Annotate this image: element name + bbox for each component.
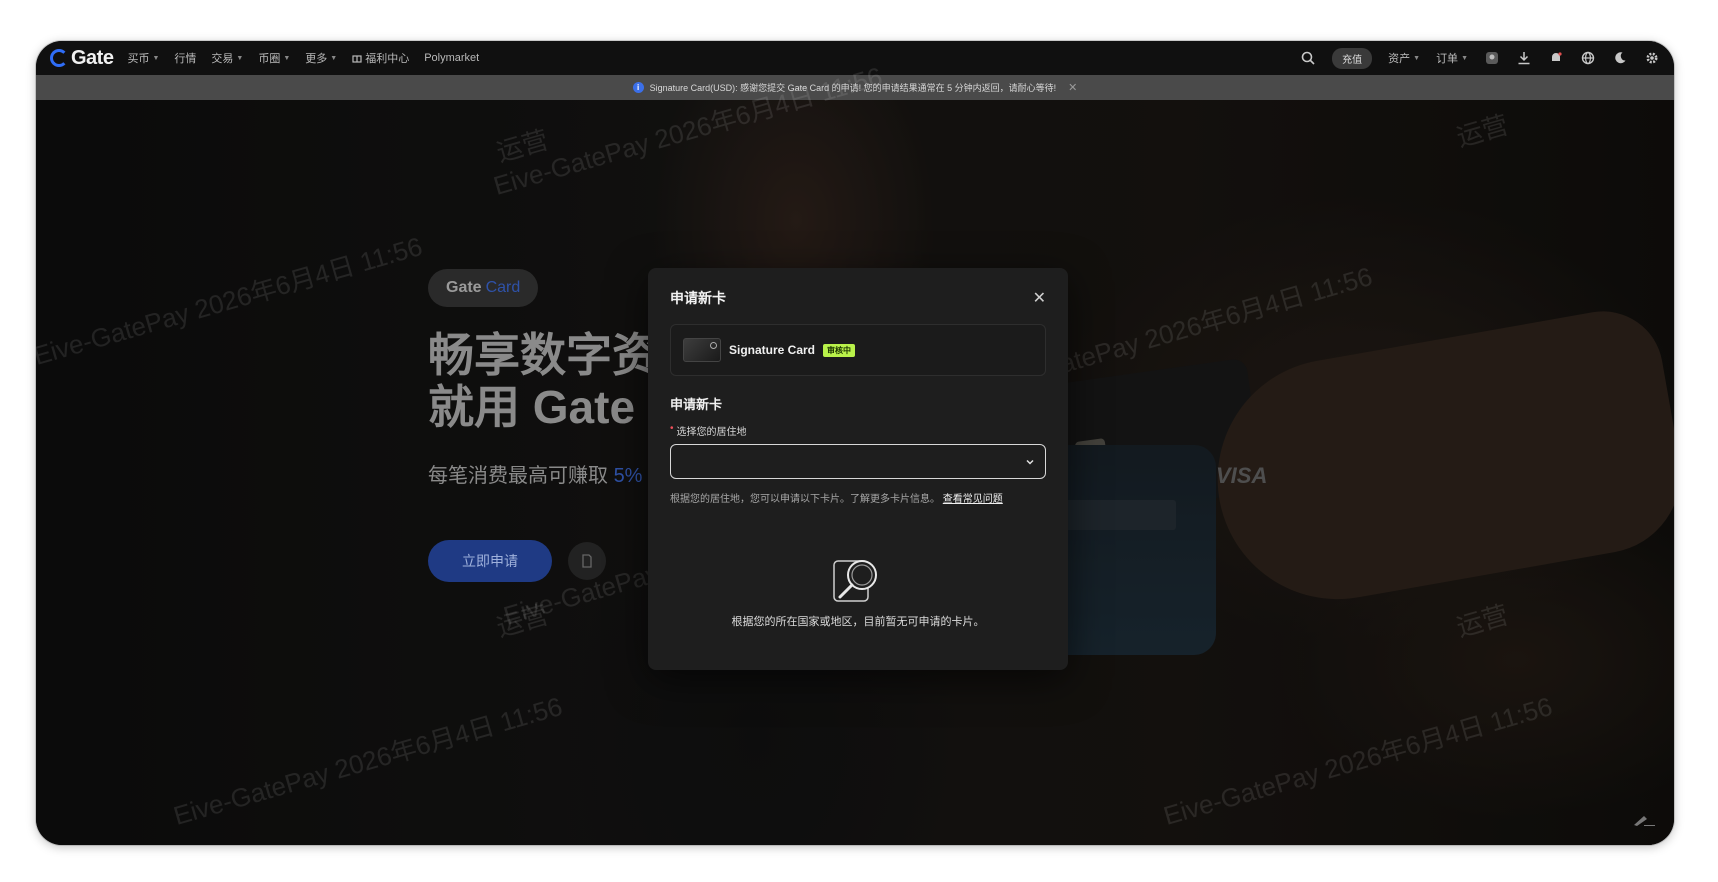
caret-down-icon: ▼	[283, 54, 291, 62]
nav-item-label: 币圈	[258, 53, 281, 65]
residence-hint: 根据您的居住地，您可以申请以下卡片。了解更多卡片信息。 查看常见问题	[670, 490, 1046, 505]
faq-link[interactable]: 查看常见问题	[943, 494, 1003, 505]
hero-subtitle-text: 每笔消费最高可赚取	[428, 465, 614, 487]
nav-item-label: 行情	[174, 53, 197, 65]
hero-title-line: 畅享数字资	[428, 329, 648, 381]
badge-product: Card	[485, 279, 521, 296]
hint-text: 根据您的居住地，您可以申请以下卡片。了解更多卡片信息。	[670, 494, 940, 505]
caret-down-icon: ▼	[236, 54, 244, 62]
document-icon	[582, 554, 592, 568]
card-name: Signature Card	[729, 343, 816, 357]
hero-content: Gate Card 畅享数字资 就用 Gate 每笔消费最高可赚取 5% 立即申…	[428, 269, 648, 582]
hero-subtitle: 每笔消费最高可赚取 5%	[428, 459, 648, 488]
nav-item-crypto-circle[interactable]: 币圈 ▼	[258, 50, 290, 66]
hero-title-line: 就用 Gate	[428, 381, 636, 433]
orders-label: 订单	[1436, 53, 1459, 65]
nav-item-label: 福利中心	[365, 53, 410, 65]
avatar-icon[interactable]	[1484, 50, 1500, 66]
hero-actions: 立即申请	[428, 540, 648, 582]
chevron-down-icon	[1026, 459, 1034, 465]
top-navigation: Gate 买币 ▼ 行情 交易 ▼ 币圈 ▼ 更多 ▼ 福利中心 Polymarket …	[36, 41, 1674, 75]
moon-icon[interactable]	[1612, 50, 1628, 66]
gear-icon[interactable]	[1644, 50, 1660, 66]
magnifier-empty-icon	[833, 560, 877, 602]
deposit-button[interactable]: 充值	[1332, 47, 1373, 69]
document-button[interactable]	[568, 542, 606, 580]
nav-item-polymarket[interactable]: Polymarket	[424, 52, 479, 64]
empty-state: 根据您的所在国家或地区，目前暂无可申请的卡片。	[670, 553, 1046, 629]
download-icon[interactable]	[1516, 50, 1532, 66]
apply-new-card-modal: 申请新卡 ✕ Signature Card 审核中 申请新卡 • 选择您的居住地…	[648, 268, 1068, 670]
close-icon[interactable]: ✕	[1068, 81, 1077, 94]
assets-dropdown[interactable]: 资产 ▼	[1388, 50, 1420, 66]
caret-down-icon: ▼	[330, 54, 338, 62]
residence-select[interactable]	[670, 444, 1046, 479]
nav-right-group: 充值 资产 ▼ 订单 ▼	[1300, 47, 1660, 69]
existing-card-row[interactable]: Signature Card 审核中	[670, 324, 1046, 376]
modal-header: 申请新卡 ✕	[670, 288, 1046, 308]
search-icon[interactable]	[1300, 50, 1316, 66]
hero-subtitle-highlight: 5%	[613, 465, 643, 487]
empty-state-text: 根据您的所在国家或地区，目前暂无可申请的卡片。	[731, 616, 985, 628]
nav-item-label: 买币	[127, 53, 150, 65]
gate-logo[interactable]: Gate	[50, 46, 114, 70]
gift-icon	[352, 55, 362, 63]
nav-item-trade[interactable]: 交易 ▼	[211, 50, 243, 66]
nav-item-rewards-hub[interactable]: 福利中心	[352, 50, 409, 66]
caret-down-icon: ▼	[1413, 54, 1421, 62]
caret-down-icon: ▼	[152, 54, 160, 62]
nav-item-markets[interactable]: 行情	[174, 50, 196, 66]
residence-field-label: • 选择您的居住地	[670, 423, 1046, 438]
pen-icon[interactable]	[1632, 813, 1656, 827]
card-thumbnail	[683, 338, 721, 362]
gate-card-badge: Gate Card	[428, 269, 539, 307]
notification-banner: i Signature Card(USD): 感谢您提交 Gate Card 的…	[36, 75, 1674, 100]
apply-now-button[interactable]: 立即申请	[428, 540, 552, 582]
assets-label: 资产	[1388, 53, 1411, 65]
nav-item-label: 交易	[211, 53, 234, 65]
caret-down-icon: ▼	[1461, 54, 1468, 62]
banner-text: Signature Card(USD): 感谢您提交 Gate Card 的申请…	[649, 83, 1057, 93]
nav-item-label: Polymarket	[424, 52, 480, 64]
nav-item-more[interactable]: 更多 ▼	[305, 50, 337, 66]
orders-dropdown[interactable]: 订单 ▼	[1436, 50, 1468, 66]
modal-title: 申请新卡	[670, 290, 726, 306]
gate-logo-icon	[50, 49, 68, 67]
info-icon: i	[632, 82, 644, 93]
bell-icon[interactable]	[1548, 50, 1564, 66]
nav-item-buy-crypto[interactable]: 买币 ▼	[127, 50, 159, 66]
status-badge: 审核中	[823, 343, 856, 357]
section-title: 申请新卡	[670, 397, 723, 412]
globe-icon[interactable]	[1580, 50, 1596, 66]
nav-item-label: 更多	[305, 53, 328, 65]
required-mark: •	[670, 423, 674, 434]
gate-logo-text: Gate	[71, 46, 114, 69]
hero-title: 畅享数字资 就用 Gate	[428, 329, 648, 433]
residence-label-text: 选择您的居住地	[676, 427, 747, 438]
browser-window: Gate 买币 ▼ 行情 交易 ▼ 币圈 ▼ 更多 ▼ 福利中心 Polymarket …	[36, 41, 1674, 845]
badge-brand: Gate	[446, 279, 482, 296]
close-icon[interactable]: ✕	[1033, 288, 1046, 308]
